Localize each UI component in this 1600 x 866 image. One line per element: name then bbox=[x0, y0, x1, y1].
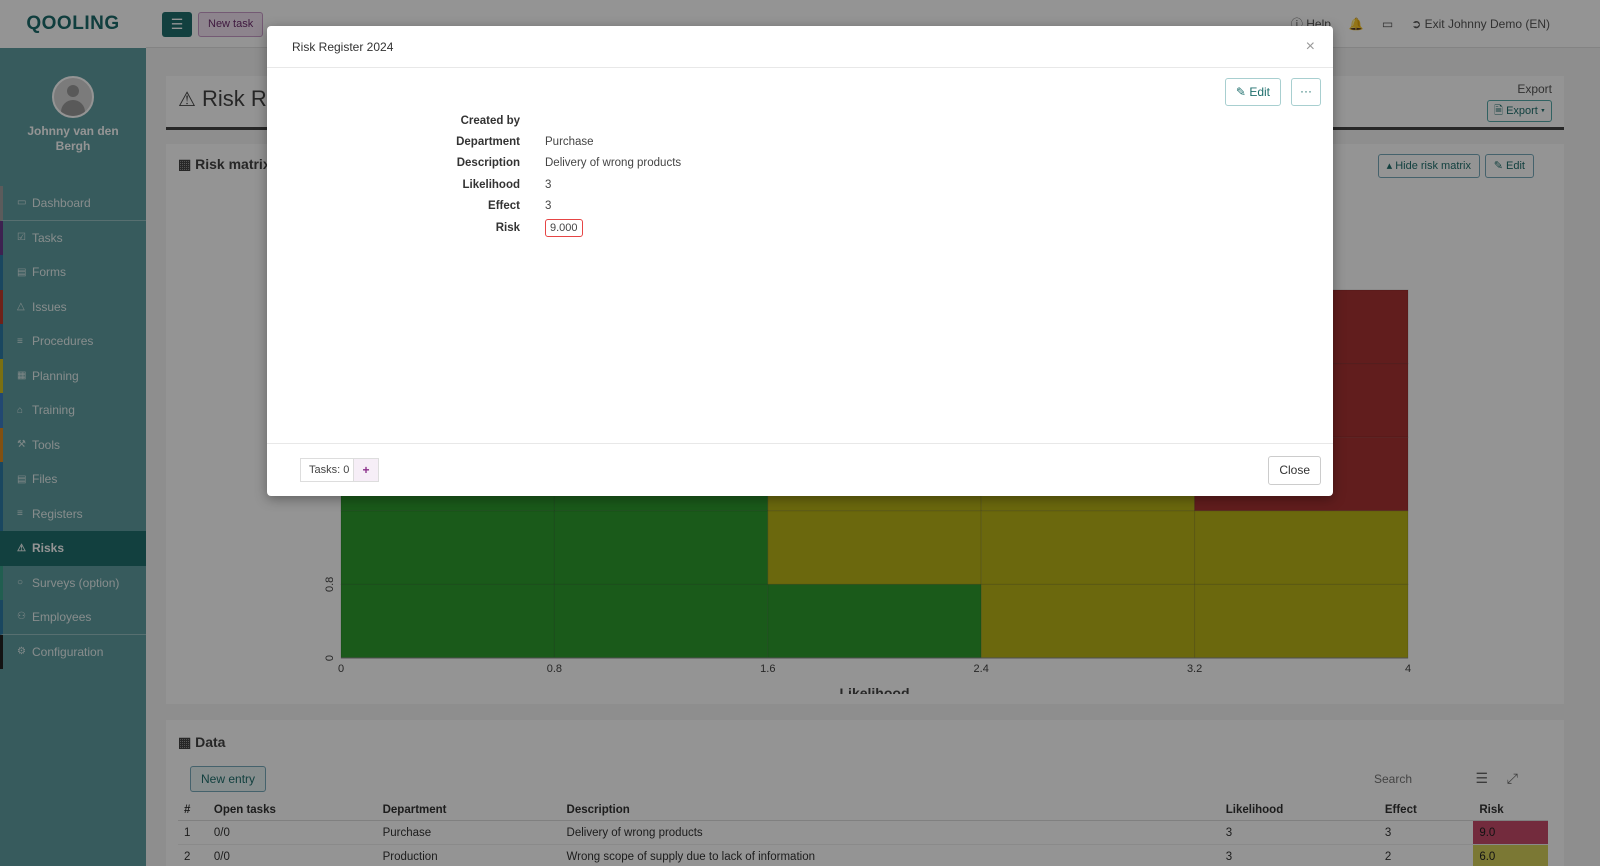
detail-label: Department bbox=[456, 136, 520, 149]
detail-value: 3 bbox=[545, 200, 552, 213]
detail-label: Effect bbox=[488, 200, 520, 213]
detail-value: 3 bbox=[545, 178, 552, 191]
modal-footer: Tasks: 0 + Close bbox=[267, 443, 1333, 496]
detail-row-likelihood: Likelihood 3 bbox=[267, 174, 967, 195]
detail-label: Risk bbox=[495, 221, 520, 234]
risk-detail-modal: Risk Register 2024 × ✎ Edit ··· Created … bbox=[267, 26, 1333, 496]
close-icon[interactable]: × bbox=[1306, 38, 1315, 56]
detail-list: Created by Department Purchase Description D… bbox=[267, 110, 967, 238]
detail-row-risk: Risk 9.000 bbox=[267, 217, 967, 238]
close-button[interactable]: Close bbox=[1268, 456, 1321, 485]
edit-icon: ✎ bbox=[1235, 85, 1246, 99]
add-task-button[interactable]: + bbox=[353, 458, 379, 482]
detail-row-created-by: Created by bbox=[267, 110, 967, 131]
modal-edit-label: Edit bbox=[1249, 85, 1270, 99]
risk-score-badge: 9.000 bbox=[545, 218, 583, 237]
detail-label: Created by bbox=[460, 114, 520, 127]
modal-title: Risk Register 2024 bbox=[292, 40, 394, 54]
detail-value: 9.000 bbox=[545, 218, 583, 237]
detail-label: Likelihood bbox=[462, 178, 521, 191]
modal-header: Risk Register 2024 bbox=[267, 26, 1333, 68]
detail-row-effect: Effect 3 bbox=[267, 196, 967, 217]
detail-value: Purchase bbox=[545, 136, 594, 149]
modal-edit-button[interactable]: ✎ Edit bbox=[1224, 78, 1281, 106]
detail-value: Delivery of wrong products bbox=[545, 157, 682, 170]
tasks-count[interactable]: Tasks: 0 bbox=[300, 458, 359, 482]
more-options-button[interactable]: ··· bbox=[1291, 78, 1321, 106]
detail-label: Description bbox=[456, 157, 520, 170]
detail-row-description: Description Delivery of wrong products bbox=[267, 153, 967, 174]
detail-row-department: Department Purchase bbox=[267, 131, 967, 152]
